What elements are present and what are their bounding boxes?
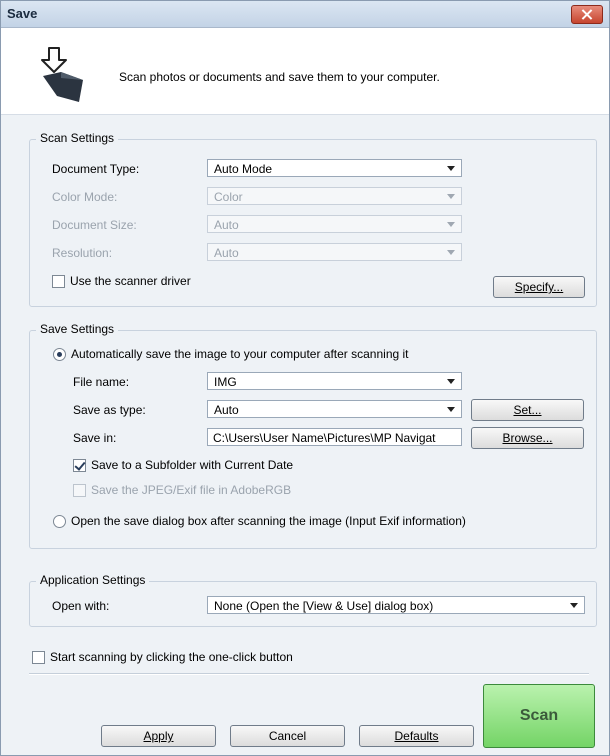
- chevron-down-icon: [447, 166, 455, 171]
- apply-button-label: Apply: [143, 729, 174, 743]
- cancel-button[interactable]: Cancel: [230, 725, 345, 747]
- chevron-down-icon: [447, 194, 455, 199]
- resolution-select: Auto: [207, 243, 462, 261]
- specify-button-label: Specify...: [514, 280, 564, 294]
- save-as-type-label: Save as type:: [73, 403, 146, 417]
- scan-button[interactable]: Scan: [483, 684, 595, 748]
- save-settings-legend: Save Settings: [36, 322, 119, 336]
- window-title: Save: [7, 6, 38, 21]
- save-in-field[interactable]: C:\Users\User Name\Pictures\MP Navigat: [207, 428, 462, 446]
- open-with-label: Open with:: [52, 599, 110, 613]
- chevron-down-icon: [570, 603, 578, 608]
- save-in-value: C:\Users\User Name\Pictures\MP Navigat: [213, 431, 436, 445]
- set-button-label: Set...: [513, 403, 542, 417]
- footer-divider: [29, 673, 589, 675]
- document-size-select: Auto: [207, 215, 462, 233]
- application-settings-legend: Application Settings: [36, 573, 150, 587]
- document-type-select[interactable]: Auto Mode: [207, 159, 462, 177]
- scan-settings-legend: Scan Settings: [36, 131, 119, 145]
- color-mode-select: Color: [207, 187, 462, 205]
- document-size-value: Auto: [214, 218, 239, 232]
- document-size-label: Document Size:: [52, 218, 137, 232]
- open-with-select[interactable]: None (Open the [View & Use] dialog box): [207, 596, 585, 614]
- chevron-down-icon: [447, 379, 455, 384]
- document-type-value: Auto Mode: [214, 162, 273, 176]
- header-banner: Scan photos or documents and save them t…: [1, 28, 609, 115]
- file-name-value: IMG: [214, 375, 237, 389]
- save-folder-icon: [41, 47, 83, 102]
- chevron-down-icon: [447, 222, 455, 227]
- document-type-label: Document Type:: [52, 162, 140, 176]
- specify-button[interactable]: Specify...: [493, 276, 585, 298]
- apply-button[interactable]: Apply: [101, 725, 216, 747]
- adobergb-checkbox: [73, 484, 86, 497]
- chevron-down-icon: [447, 250, 455, 255]
- defaults-button[interactable]: Defaults: [359, 725, 474, 747]
- file-name-label: File name:: [73, 375, 130, 389]
- open-dialog-radio[interactable]: [53, 515, 66, 528]
- resolution-value: Auto: [214, 246, 239, 260]
- color-mode-value: Color: [214, 190, 243, 204]
- auto-save-radio[interactable]: [53, 348, 66, 361]
- use-scanner-driver-label: Use the scanner driver: [70, 274, 191, 288]
- browse-button-label: Browse...: [502, 431, 553, 445]
- header-description: Scan photos or documents and save them t…: [119, 70, 440, 84]
- chevron-down-icon: [447, 407, 455, 412]
- subfolder-checkbox[interactable]: [73, 459, 86, 472]
- color-mode-label: Color Mode:: [52, 190, 118, 204]
- use-scanner-driver-checkbox[interactable]: [52, 275, 65, 288]
- scan-button-label: Scan: [519, 707, 559, 724]
- save-dialog: Save Scan photos or documents and save t…: [0, 0, 610, 756]
- one-click-label: Start scanning by clicking the one-click…: [50, 650, 293, 664]
- subfolder-label: Save to a Subfolder with Current Date: [91, 458, 294, 472]
- title-bar: Save: [1, 1, 609, 28]
- one-click-checkbox[interactable]: [32, 651, 45, 664]
- resolution-label: Resolution:: [52, 246, 113, 260]
- close-button[interactable]: [571, 5, 603, 24]
- adobergb-label: Save the JPEG/Exif file in AdobeRGB: [91, 483, 292, 497]
- save-in-label: Save in:: [73, 431, 117, 445]
- file-name-input[interactable]: IMG: [207, 372, 462, 390]
- defaults-button-label: Defaults: [394, 729, 439, 743]
- save-as-type-select[interactable]: Auto: [207, 400, 462, 418]
- save-as-type-value: Auto: [214, 403, 239, 417]
- set-button[interactable]: Set...: [471, 399, 584, 421]
- open-dialog-label: Open the save dialog box after scanning …: [71, 514, 466, 528]
- cancel-button-label: Cancel: [268, 729, 307, 743]
- open-with-value: None (Open the [View & Use] dialog box): [214, 599, 434, 613]
- auto-save-label: Automatically save the image to your com…: [71, 347, 409, 361]
- browse-button[interactable]: Browse...: [471, 427, 584, 449]
